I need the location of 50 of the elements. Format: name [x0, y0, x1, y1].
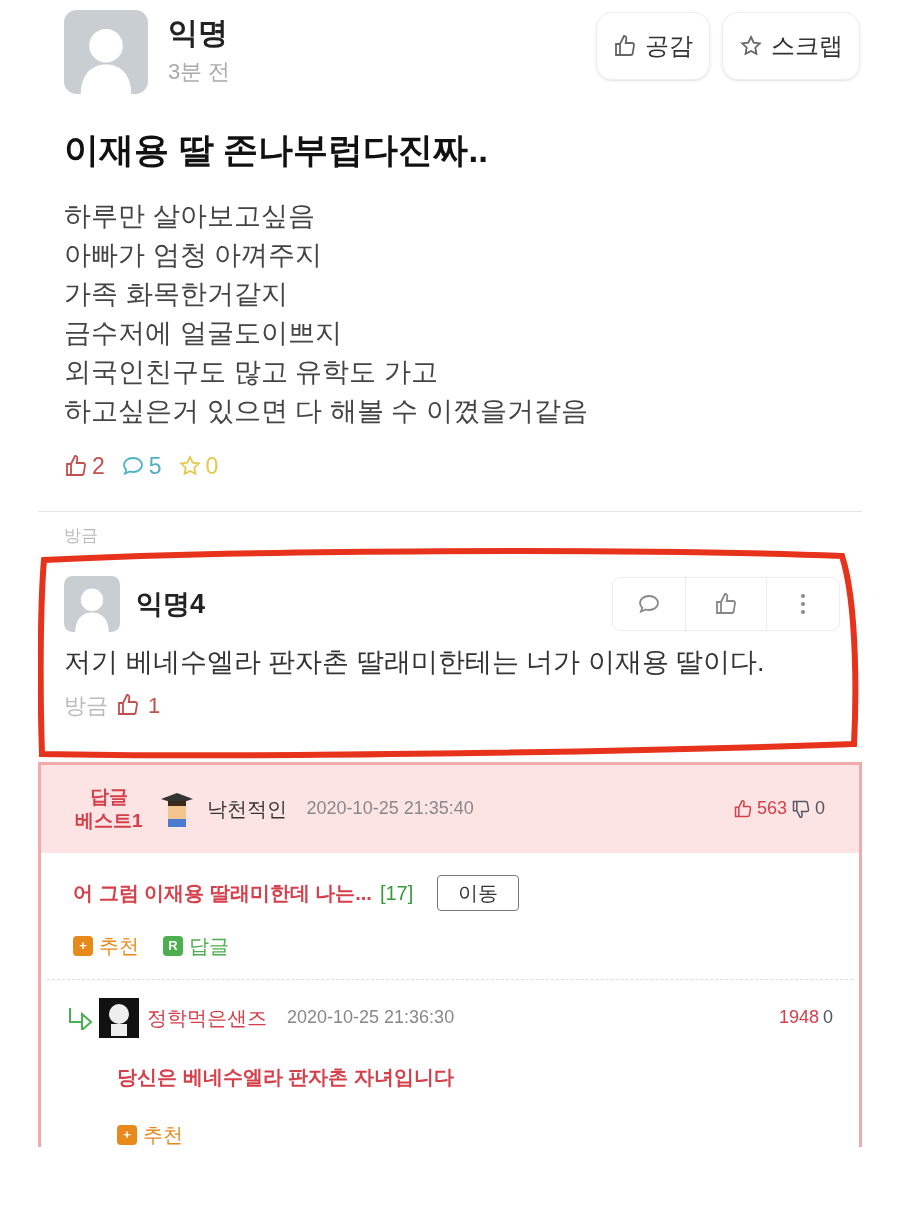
user-name: 정학먹은샌즈	[147, 1005, 267, 1031]
reply-text: 당신은 베네수엘라 판자촌 자녀입니다	[116, 1064, 455, 1090]
thumbs-up-icon	[116, 693, 140, 717]
stat-count: 5	[148, 451, 162, 481]
thumbs-up-icon	[714, 592, 738, 616]
thumbs-up-icon	[732, 798, 753, 819]
user-avatar-icon	[99, 997, 139, 1038]
reply-date: 2020-10-25 21:35:40	[306, 797, 474, 820]
upvote-count: 1948	[778, 1006, 819, 1029]
author-name: 익명	[168, 15, 229, 51]
thumbs-up-icon	[613, 34, 637, 58]
comment-text: 저기 베네수엘라 판자촌 딸래미한테는 너가 이재용 딸이다.	[64, 646, 766, 679]
body-line: 아빠가 엄청 아껴주지	[64, 238, 323, 272]
upvote-count: 563	[756, 797, 787, 820]
body-line: 하고싶은거 있으면 다 해볼 수 이꼈을거같음	[64, 394, 589, 428]
post-action-button[interactable]: 공감	[596, 12, 710, 80]
reply-text: 어 그럼 이재용 딸래미한데 나는...	[73, 880, 372, 906]
avatar-icon	[64, 10, 148, 94]
speech-bubble-icon	[637, 592, 661, 616]
commenter-name: 익명4	[136, 587, 206, 621]
stat-count: 2	[92, 451, 105, 481]
downvote-count: 0	[815, 797, 825, 820]
reply-date: 2020-10-25 21:36:30	[287, 1006, 455, 1029]
body-line: 금수저에 얼굴도이쁘지	[64, 316, 343, 350]
reply-arrow-icon	[67, 1005, 95, 1030]
user-name: 낙천적인	[206, 796, 287, 822]
thumbs-down-icon	[791, 798, 811, 819]
move-button[interactable]: 이동	[437, 874, 520, 911]
like-count: 1	[148, 691, 161, 720]
stat-count: 0	[205, 451, 219, 481]
reply-count: [17]	[379, 880, 414, 906]
best-label: 베스트1	[75, 808, 143, 833]
badge-icon: R	[163, 935, 183, 956]
body-line: 가족 화목한거같지	[64, 277, 289, 311]
best-label: 답글	[89, 784, 128, 809]
post-title: 이재용 딸 존나부럽다진짜..	[64, 129, 489, 171]
more-icon	[799, 592, 807, 616]
badge-icon: +	[73, 935, 93, 956]
badge-icon: +	[117, 1124, 137, 1145]
thumbs-up-icon	[64, 453, 88, 478]
body-line: 외국인친구도 많고 유학도 가고	[64, 355, 439, 389]
body-line: 하루만 살아보고싶음	[64, 199, 316, 233]
avatar-icon	[64, 576, 120, 632]
post-action-button[interactable]: 스크랩	[722, 12, 860, 80]
post-time: 3분 전	[168, 58, 231, 86]
star-icon	[177, 453, 202, 478]
star-icon	[739, 34, 763, 58]
comment-time: 방금	[63, 526, 99, 546]
comment-time: 방금	[64, 691, 108, 720]
downvote-count: 0	[823, 1006, 833, 1029]
